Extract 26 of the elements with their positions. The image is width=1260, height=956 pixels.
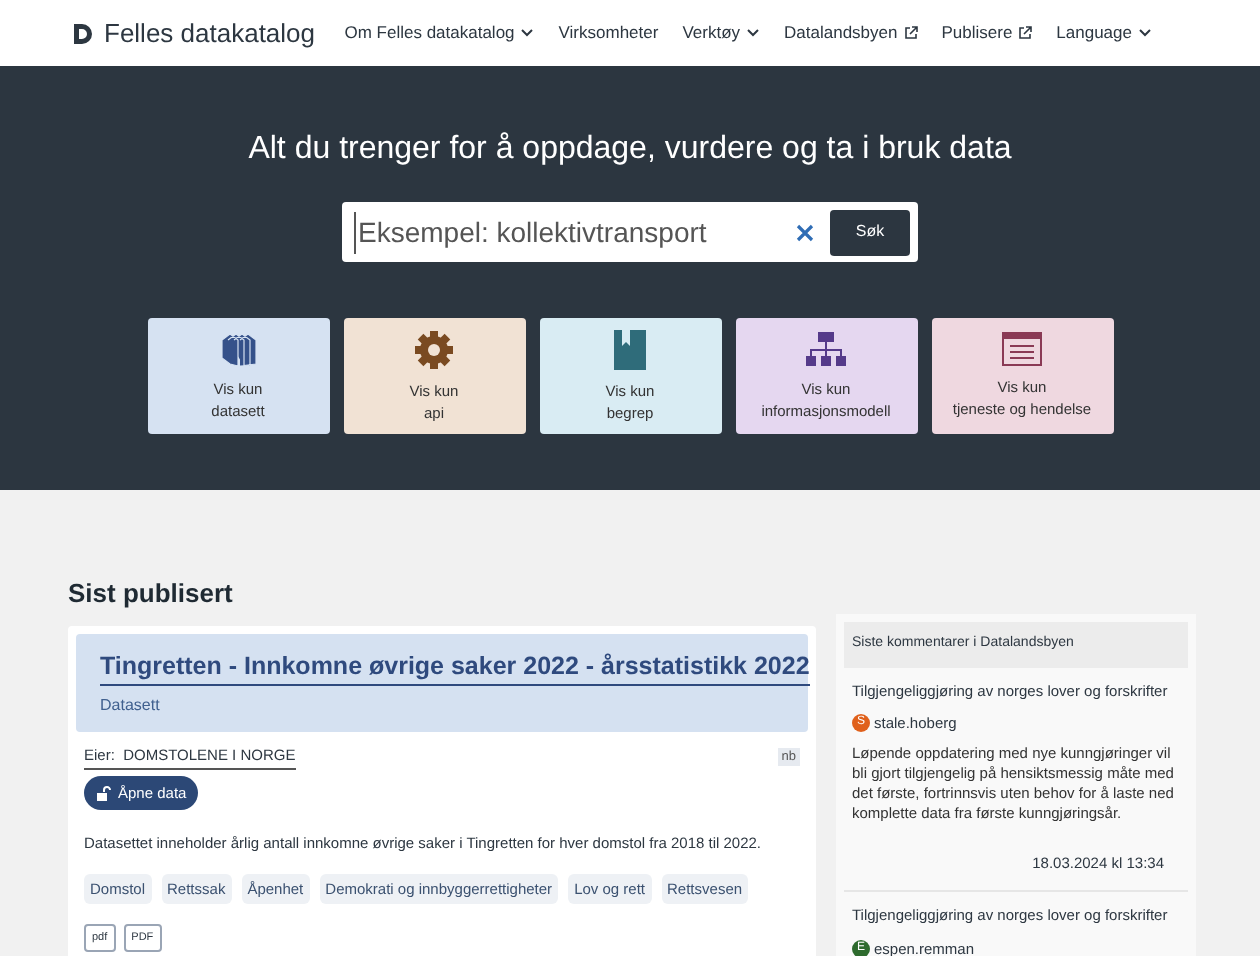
book-icon bbox=[614, 329, 646, 369]
chevron-down-icon bbox=[1138, 28, 1152, 38]
type-label: Datasett bbox=[100, 694, 162, 719]
nav-link[interactable]: Publisere bbox=[941, 20, 1033, 46]
external-link-icon bbox=[903, 26, 918, 40]
logo-icon bbox=[72, 21, 96, 45]
section-heading: Sist publisert bbox=[68, 576, 235, 612]
hierarchy-icon bbox=[806, 331, 846, 367]
unlock-icon bbox=[96, 785, 112, 801]
nav-link[interactable]: Verktøy bbox=[682, 20, 761, 46]
dataset-title-link[interactable]: Tingretten - Innkomne øvrige saker 2022 - årsstatistikk 2022 bbox=[100, 647, 810, 687]
external-link-icon bbox=[1018, 26, 1033, 40]
window-icon bbox=[1002, 332, 1042, 366]
clear-icon[interactable] bbox=[796, 223, 814, 241]
dataset-icon bbox=[218, 331, 258, 367]
hero-title: Alt du trenger for å oppdage, vurdere og ta i bruk data bbox=[248, 130, 1012, 170]
nav-link[interactable]: Datalandsbyen bbox=[784, 20, 918, 46]
nav-link[interactable]: Virksomheter bbox=[558, 20, 659, 46]
search-field[interactable]: Eksempel: kollektivtransport Søk bbox=[342, 202, 918, 262]
chevron-down-icon bbox=[520, 28, 535, 38]
search-button[interactable]: Søk bbox=[830, 209, 910, 255]
chevron-down-icon bbox=[746, 28, 761, 38]
nav-link[interactable]: Om Felles datakatalog bbox=[344, 20, 535, 46]
gear-icon bbox=[414, 329, 454, 369]
site-logo[interactable]: Felles datakatalog bbox=[104, 13, 316, 53]
nav-link[interactable]: Language bbox=[1056, 20, 1152, 46]
